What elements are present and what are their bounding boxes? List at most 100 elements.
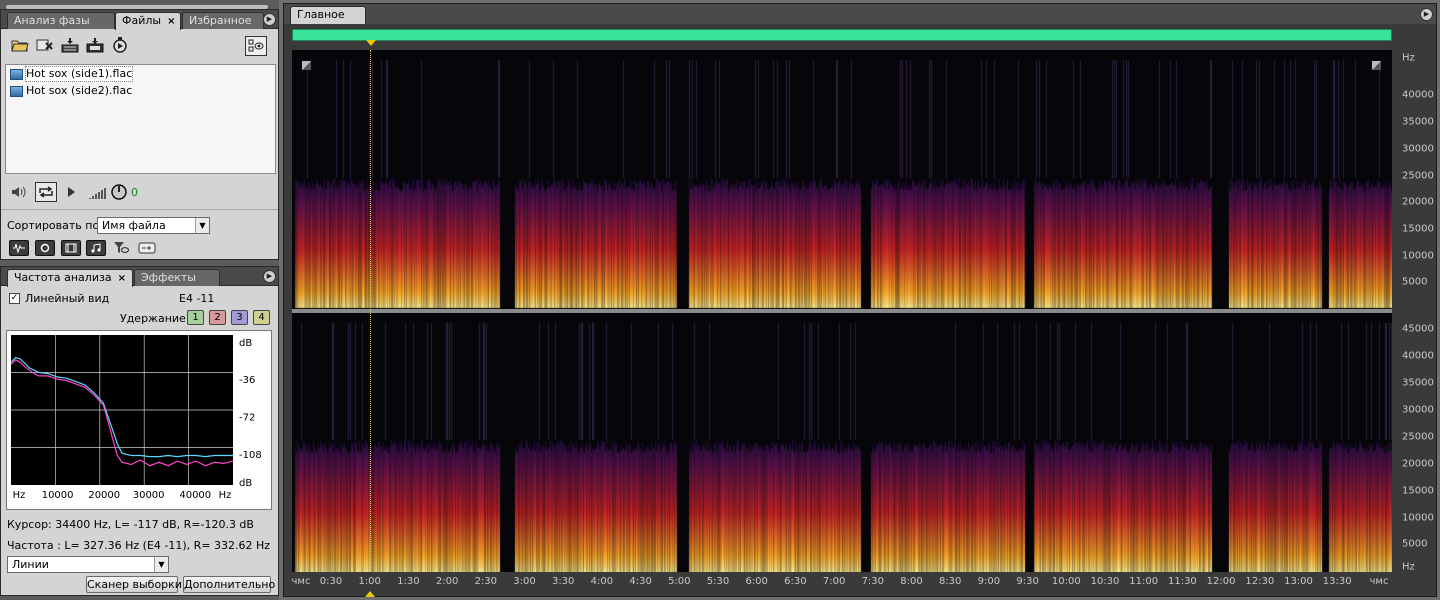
tab-favorites[interactable]: Избранное: [182, 12, 264, 29]
frequency-label-top: Hz: [1402, 52, 1415, 64]
left-dock: Анализ фазы Файлы × Избранное ▶ Hot sox …: [0, 0, 279, 600]
tab-frequency-analysis[interactable]: Частота анализа ×: [7, 269, 133, 287]
view-mode-value: Линии: [12, 558, 49, 571]
y-tick-label: -72: [239, 413, 255, 424]
divider: [1, 209, 278, 210]
playhead-bottom-marker[interactable]: [365, 591, 375, 597]
chevron-down-icon[interactable]: ▼: [154, 557, 168, 572]
list-item[interactable]: Hot sox (side1).flac: [10, 66, 134, 82]
advanced-button[interactable]: Дополнительно: [183, 576, 275, 593]
time-label: 6:30: [784, 576, 807, 587]
volume-knob-icon[interactable]: [109, 182, 129, 202]
y-tick-label: dB: [239, 478, 252, 489]
analysis-panel-tabbar: Частота анализа × Эффекты ▶: [1, 267, 278, 287]
show-loops-icon[interactable]: [35, 240, 55, 256]
note-readout: E4 -11: [179, 292, 215, 305]
loop-icon[interactable]: [35, 182, 57, 202]
volume-level-icon: [89, 185, 107, 203]
time-label: чмс: [1369, 576, 1389, 587]
show-waveforms-icon[interactable]: [9, 240, 29, 256]
frequency-label-bottom: 20000: [1402, 458, 1434, 470]
time-label: 10:00: [1051, 576, 1081, 587]
file-list[interactable]: Hot sox (side1).flac Hot sox (side2).fla…: [5, 64, 276, 174]
show-midi-icon[interactable]: [86, 240, 106, 256]
hold-button-4[interactable]: 4: [253, 310, 270, 325]
time-label: 2:00: [435, 576, 459, 587]
frequency-spectrum-graph[interactable]: Hz 10000 20000 30000 40000 HzdB-36-72-108dB: [7, 331, 271, 509]
sort-label: Сортировать по:: [7, 219, 103, 232]
scan-selection-button[interactable]: Сканер выборки: [86, 576, 182, 593]
open-file-icon[interactable]: [10, 36, 30, 54]
frequency-label-top: 10000: [1402, 250, 1434, 262]
close-file-icon[interactable]: [35, 36, 55, 54]
time-label: 1:00: [358, 576, 381, 587]
frequency-label-top: 40000: [1402, 89, 1434, 101]
playhead-top-marker[interactable]: [366, 40, 376, 46]
main-editor-panel: Главное ▶ Hz 40000 35000 30000 25000 20000 150…: [283, 3, 1437, 597]
channel-divider: [292, 309, 1392, 313]
close-icon[interactable]: ×: [167, 16, 175, 27]
tab-effects[interactable]: Эффекты: [134, 269, 220, 286]
time-label: 11:30: [1167, 576, 1197, 587]
chevron-down-icon[interactable]: ▼: [195, 218, 209, 233]
hold-button-1[interactable]: 1: [187, 310, 204, 325]
cd-track-icon[interactable]: [137, 239, 157, 257]
files-panel-tabbar: Анализ фазы Файлы × Избранное ▶: [1, 10, 278, 30]
frequency-ruler[interactable]: Hz 40000 35000 30000 25000 20000 15000 10000 500…: [1394, 50, 1434, 573]
play-icon[interactable]: [61, 183, 81, 201]
hold-button-2[interactable]: 2: [209, 310, 226, 325]
time-label: 12:30: [1245, 576, 1275, 587]
view-mode-select[interactable]: Линии ▼: [7, 556, 169, 573]
tab-files[interactable]: Файлы ×: [115, 12, 181, 30]
linear-view-checkbox[interactable]: ✓: [9, 293, 20, 304]
insert-multitrack-icon[interactable]: [60, 36, 80, 54]
autoplay-icon[interactable]: [110, 36, 130, 54]
tab-main[interactable]: Главное: [290, 6, 366, 24]
tab-phase-analysis[interactable]: Анализ фазы: [7, 12, 115, 29]
close-icon[interactable]: ×: [118, 273, 126, 284]
time-ruler[interactable]: чмс 0:30 1:00 1:30 2:00 2:30 3:00 3:30 4:00 4:30 5…: [292, 572, 1392, 594]
frequency-label-top: 15000: [1402, 223, 1434, 235]
hold-button-3[interactable]: 3: [231, 310, 248, 325]
show-video-icon[interactable]: [61, 240, 81, 256]
zoom-out-corner-icon[interactable]: [1372, 61, 1381, 70]
panel-menu-icon[interactable]: ▶: [263, 270, 276, 283]
time-label: 5:00: [668, 576, 691, 587]
time-label: 3:00: [513, 576, 536, 587]
time-label: 0:30: [319, 576, 343, 587]
time-label: 6:00: [745, 576, 768, 587]
frequency-label-bottom: 5000: [1402, 538, 1428, 550]
frequency-label-bottom: 30000: [1402, 404, 1434, 416]
frequency-label-bottom: 45000: [1402, 323, 1434, 335]
y-tick-label: -108: [239, 450, 262, 461]
cursor-readout: Курсор: 34400 Hz, L= -117 dB, R=-120.3 d…: [7, 518, 254, 531]
panel-menu-icon[interactable]: ▶: [263, 13, 276, 26]
overview-bar[interactable]: [292, 29, 1392, 41]
insert-cd-icon[interactable]: [85, 36, 105, 54]
frequency-label-bottom: 40000: [1402, 350, 1434, 362]
file-name: Hot sox (side2).flac: [26, 84, 133, 97]
list-item[interactable]: Hot sox (side2).flac: [10, 84, 132, 98]
frequency-analysis-panel: Частота анализа × Эффекты ▶ ✓ Линейный ви…: [0, 266, 279, 596]
time-label: 12:00: [1206, 576, 1236, 587]
sort-select[interactable]: Имя файла ▼: [97, 217, 210, 234]
filter-icon[interactable]: [111, 239, 131, 257]
linear-view-label: Линейный вид: [25, 292, 110, 305]
x-tick-label: 10000: [42, 490, 74, 501]
x-tick-label: 40000: [179, 490, 211, 501]
view-options-icon[interactable]: [245, 36, 267, 56]
spectral-display[interactable]: [292, 50, 1392, 572]
time-label: 5:30: [706, 576, 730, 587]
panel-menu-icon[interactable]: ▶: [1420, 8, 1433, 21]
time-label: 2:30: [474, 576, 498, 587]
y-tick-label: -36: [239, 375, 255, 386]
frequency-label-top: 20000: [1402, 196, 1434, 208]
playhead-line[interactable]: [370, 50, 371, 572]
time-label: 13:30: [1322, 576, 1352, 587]
time-label: 7:00: [822, 576, 846, 587]
speaker-icon[interactable]: [9, 183, 29, 201]
audio-file-icon: [10, 68, 23, 80]
zoom-in-corner-icon[interactable]: [302, 61, 311, 70]
x-tick-label: 20000: [88, 490, 120, 501]
frequency-label-top: 35000: [1402, 116, 1434, 128]
